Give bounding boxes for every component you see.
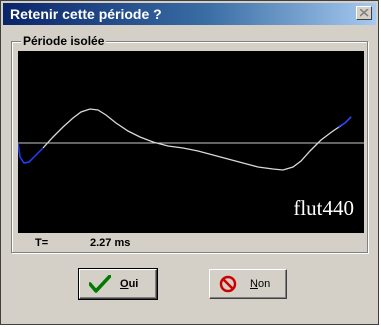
close-icon: [360, 9, 369, 17]
waveform-trace-start: [18, 142, 44, 164]
non-button[interactable]: Non: [209, 269, 287, 299]
title-bar[interactable]: Retenir cette période ?: [3, 3, 376, 25]
period-label: T=: [35, 237, 49, 249]
non-button-label: Non: [250, 278, 271, 290]
window-title: Retenir cette période ?: [10, 6, 162, 22]
group-label: Période isolée: [21, 34, 107, 48]
oui-button[interactable]: Oui: [78, 268, 158, 300]
oui-button-label: Oui: [120, 278, 139, 290]
close-button[interactable]: [356, 6, 372, 20]
forbidden-icon: [219, 275, 237, 293]
dialog-window: Retenir cette période ? Période isolée f…: [0, 0, 379, 325]
waveform-trace: [42, 108, 352, 171]
waveform-plot: flut440: [18, 51, 364, 233]
waveform-trace-end: [337, 116, 352, 128]
instrument-label: flut440: [293, 196, 354, 220]
period-value: 2.27 ms: [90, 237, 131, 249]
checkmark-icon: [89, 275, 111, 293]
